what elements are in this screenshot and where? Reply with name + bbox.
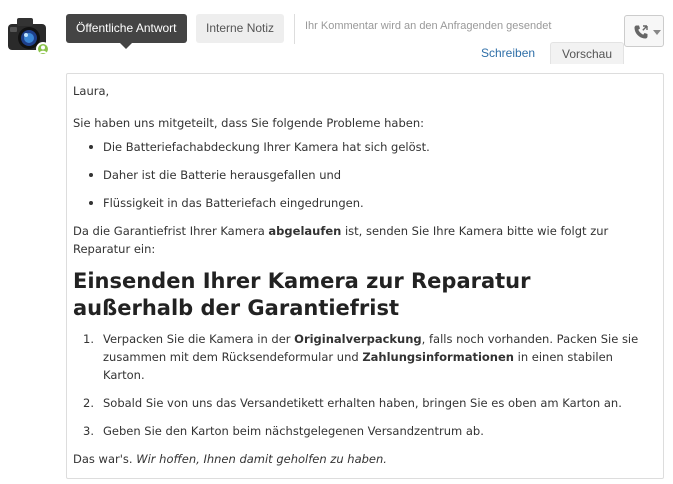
- list-item: Die Batteriefachabdeckung Ihrer Kamera h…: [73, 138, 657, 156]
- step-text: Verpacken Sie die Kamera in der: [103, 332, 295, 346]
- preview-mode-tab[interactable]: Vorschau: [550, 42, 625, 64]
- write-mode-link[interactable]: Schreiben: [474, 42, 542, 64]
- call-menu-button[interactable]: [624, 15, 664, 47]
- tab-internal-note[interactable]: Interne Notiz: [196, 14, 285, 43]
- closing-plain: Das war's.: [73, 452, 137, 466]
- greeting: Laura,: [73, 84, 110, 98]
- step-number: 3.: [83, 424, 94, 438]
- list-item: Flüssigkeit in das Batteriefach eingedru…: [73, 194, 657, 212]
- active-tab-caret: [120, 43, 133, 49]
- phone-icon: [634, 25, 648, 39]
- header-divider: [294, 14, 295, 44]
- step-text: Sobald Sie von uns das Versandetikett er…: [103, 396, 622, 410]
- list-item: Daher ist die Batterie herausgefallen un…: [73, 166, 657, 184]
- step-number: 1.: [83, 332, 94, 346]
- warranty-expired-label: abgelaufen: [268, 224, 342, 238]
- closing-text: Das war's. Wir hoffen, Ihnen damit gehol…: [73, 450, 657, 468]
- warranty-text: Da die Garantiefrist Ihrer Kamera abgela…: [73, 222, 657, 258]
- user-badge-icon: [36, 42, 50, 56]
- step-item: 1. Verpacken Sie die Kamera in der Origin…: [73, 330, 657, 384]
- steps-list: 1. Verpacken Sie die Kamera in der Origin…: [73, 330, 657, 440]
- tab-internal-note-label: Interne Notiz: [206, 21, 275, 35]
- step-item: 2. Sobald Sie von uns das Versandetikett …: [73, 394, 657, 412]
- step-number: 2.: [83, 396, 94, 410]
- recipient-hint: Ihr Kommentar wird an den Anfragenden ge…: [305, 20, 552, 32]
- tab-public-reply[interactable]: Öffentliche Antwort: [66, 14, 187, 49]
- step-item: 3. Geben Sie den Karton beim nächstgelege…: [73, 422, 657, 440]
- step-bold: Zahlungsinformationen: [362, 350, 514, 364]
- step-text: Geben Sie den Karton beim nächstgelegene…: [103, 424, 484, 438]
- tab-public-reply-label: Öffentliche Antwort: [76, 21, 177, 35]
- chevron-down-icon: [653, 30, 661, 35]
- warranty-text-pre: Da die Garantiefrist Ihrer Kamera: [73, 224, 269, 238]
- problem-list: Die Batteriefachabdeckung Ihrer Kamera h…: [73, 138, 657, 212]
- step-bold: Originalverpackung: [294, 332, 422, 346]
- section-heading: Einsenden Ihrer Kamera zur Reparatur auß…: [73, 269, 531, 320]
- intro-text: Sie haben uns mitgeteilt, dass Sie folge…: [73, 116, 424, 130]
- closing-italic: Wir hoffen, Ihnen damit geholfen zu habe…: [136, 452, 387, 466]
- comment-preview: Laura, Sie haben uns mitgeteilt, dass Si…: [66, 73, 664, 479]
